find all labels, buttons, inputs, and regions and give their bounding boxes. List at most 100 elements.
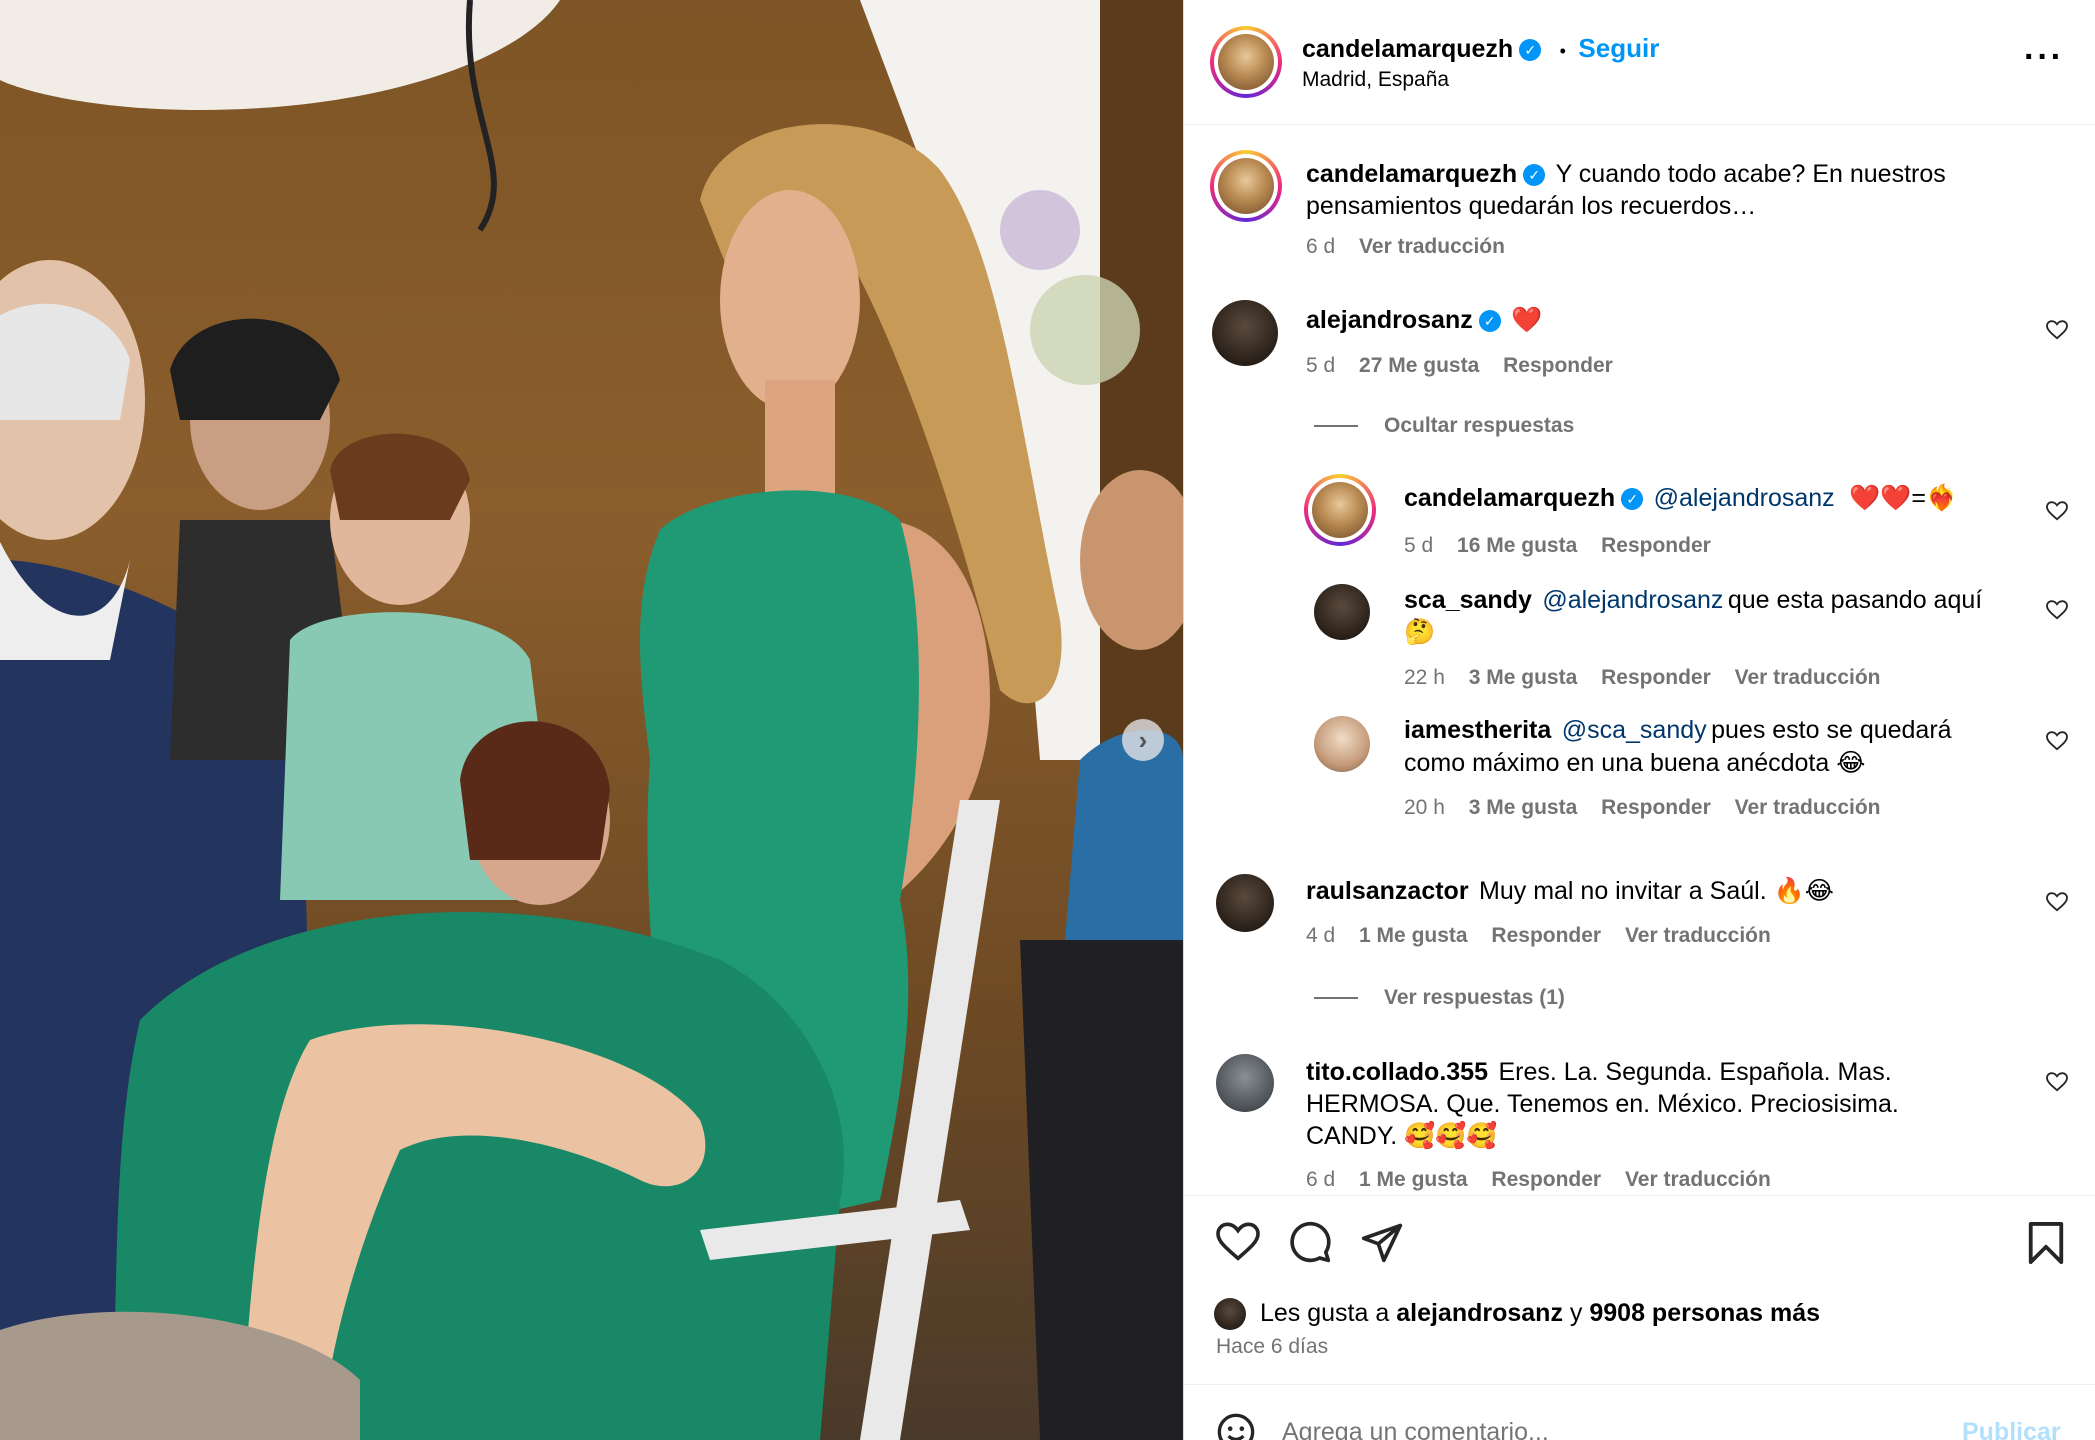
- reply-text: que esta pasando aquí: [1727, 586, 1983, 614]
- reply-mention[interactable]: @alejandrosanz: [1542, 586, 1723, 614]
- reply-likes[interactable]: 16 Me gusta: [1457, 534, 1577, 557]
- post-photo[interactable]: ›: [0, 0, 1183, 1440]
- reply-button[interactable]: Responder: [1491, 924, 1601, 947]
- comment-text-line-3: CANDY. 🥰🥰🥰: [1306, 1122, 1498, 1150]
- comment-time[interactable]: 6 d: [1306, 1168, 1335, 1191]
- translate-link[interactable]: Ver traducción: [1625, 924, 1771, 947]
- reply-mention[interactable]: @alejandrosanz: [1654, 484, 1835, 512]
- hide-replies-toggle[interactable]: Ocultar respuestas: [1314, 414, 1574, 438]
- post-location[interactable]: Madrid, España: [1302, 68, 1449, 92]
- comment-username[interactable]: tito.collado.355: [1306, 1058, 1488, 1086]
- likes-prefix: Les gusta a: [1260, 1299, 1390, 1327]
- reply-button[interactable]: Responder: [1503, 354, 1613, 377]
- author-username[interactable]: candelamarquezh: [1302, 35, 1513, 63]
- reply-avatar[interactable]: [1314, 716, 1370, 772]
- caption-text: candelamarquezh ✓ Y cuando todo acabe? En…: [1306, 160, 1946, 189]
- post-header: candelamarquezh ✓ • Seguir: [1302, 33, 1659, 64]
- comment-meta: 6 d 1 Me gusta Responder Ver traducción: [1306, 1168, 1771, 1192]
- comment-time[interactable]: 4 d: [1306, 924, 1335, 947]
- share-send-icon[interactable]: [1360, 1220, 1404, 1264]
- comment-likes[interactable]: 27 Me gusta: [1359, 354, 1479, 377]
- comment-text: Muy mal no invitar a Saúl. 🔥😂: [1479, 877, 1834, 905]
- comment-avatar[interactable]: [1216, 874, 1274, 932]
- comment-like-heart-icon[interactable]: [2046, 731, 2068, 751]
- reply-button[interactable]: Responder: [1491, 1168, 1601, 1191]
- reply-button[interactable]: Responder: [1601, 534, 1711, 557]
- reply-text: pues esto se quedará: [1711, 716, 1952, 744]
- comment-time[interactable]: 5 d: [1306, 354, 1335, 377]
- comment-avatar[interactable]: [1212, 300, 1278, 366]
- actions-divider: [1184, 1195, 2095, 1196]
- separator-dot: •: [1559, 41, 1566, 61]
- save-bookmark-icon[interactable]: [2026, 1222, 2066, 1264]
- reply-meta: 20 h 3 Me gusta Responder Ver traducción: [1404, 796, 1881, 820]
- reply-username[interactable]: sca_sandy: [1404, 586, 1532, 614]
- reply-likes[interactable]: 3 Me gusta: [1469, 666, 1578, 689]
- reply-time[interactable]: 22 h: [1404, 666, 1445, 689]
- verified-badge-icon: ✓: [1523, 164, 1546, 186]
- reply-button[interactable]: Responder: [1601, 796, 1711, 819]
- liker-avatar[interactable]: [1214, 1298, 1246, 1330]
- translate-link[interactable]: Ver traducción: [1735, 666, 1881, 689]
- composer-divider: [1184, 1384, 2095, 1385]
- reply-username[interactable]: iamestherita: [1404, 716, 1551, 744]
- comment-like-heart-icon[interactable]: [2046, 501, 2068, 521]
- view-replies-toggle[interactable]: Ver respuestas (1): [1314, 986, 1565, 1010]
- comment-like-heart-icon[interactable]: [2046, 1072, 2068, 1092]
- comment-input[interactable]: [1282, 1412, 1882, 1440]
- caption-avatar[interactable]: [1210, 150, 1282, 222]
- author-avatar[interactable]: [1210, 26, 1282, 98]
- comment-avatar[interactable]: [1216, 1054, 1274, 1112]
- emoji-icon[interactable]: [1216, 1412, 1256, 1440]
- comment-username[interactable]: alejandrosanz: [1306, 306, 1473, 334]
- comment-like-heart-icon[interactable]: [2046, 892, 2068, 912]
- comment-icon[interactable]: [1288, 1220, 1332, 1264]
- translate-link[interactable]: Ver traducción: [1625, 1168, 1771, 1191]
- more-options-icon[interactable]: ···: [2024, 38, 2064, 77]
- reply-meta: 5 d 16 Me gusta Responder: [1404, 534, 1711, 558]
- thread-line: [1314, 425, 1358, 428]
- reply-username[interactable]: candelamarquezh: [1404, 484, 1615, 512]
- likes-and: y: [1569, 1299, 1583, 1327]
- post-details-panel: candelamarquezh ✓ • Seguir Madrid, España…: [1183, 0, 2095, 1440]
- caption-meta: 6 d Ver traducción: [1306, 235, 1505, 259]
- reply-text-line-2: como máximo en una buena anécdota 😂: [1404, 749, 1866, 777]
- translate-link[interactable]: Ver traducción: [1735, 796, 1881, 819]
- comment-username[interactable]: raulsanzactor: [1306, 877, 1469, 905]
- reply-meta: 22 h 3 Me gusta Responder Ver traducción: [1404, 666, 1881, 690]
- follow-button[interactable]: Seguir: [1578, 33, 1659, 63]
- likes-others[interactable]: 9908 personas más: [1589, 1299, 1820, 1327]
- caption-translate-link[interactable]: Ver traducción: [1359, 235, 1505, 258]
- likes-user[interactable]: alejandrosanz: [1396, 1299, 1563, 1327]
- hide-replies-label: Ocultar respuestas: [1384, 414, 1575, 437]
- comment-text: ❤️: [1511, 306, 1543, 334]
- like-heart-icon[interactable]: [1216, 1222, 1260, 1262]
- photo-illustration: [0, 0, 1183, 1440]
- reply-mention[interactable]: @sca_sandy: [1562, 716, 1707, 744]
- reply-avatar[interactable]: [1304, 474, 1376, 546]
- reply-row: iamestherita @sca_sandy pues esto se que…: [1404, 716, 1952, 745]
- comment-likes[interactable]: 1 Me gusta: [1359, 1168, 1468, 1191]
- reply-text-line-2: 🤔: [1404, 618, 1436, 646]
- reply-button[interactable]: Responder: [1601, 666, 1711, 689]
- verified-badge-icon: ✓: [1519, 39, 1542, 61]
- caption-time[interactable]: 6 d: [1306, 235, 1335, 258]
- publish-button[interactable]: Publicar: [1962, 1418, 2061, 1440]
- post-date[interactable]: Hace 6 días: [1216, 1335, 1328, 1359]
- reply-time[interactable]: 5 d: [1404, 534, 1433, 557]
- comment-like-heart-icon[interactable]: [2046, 600, 2068, 620]
- verified-badge-icon: ✓: [1621, 488, 1644, 510]
- comment-text-line-2: HERMOSA. Que. Tenemos en. México. Precio…: [1306, 1090, 1899, 1118]
- comment-likes[interactable]: 1 Me gusta: [1359, 924, 1468, 947]
- reply-avatar[interactable]: [1314, 584, 1370, 640]
- caption-line-1: Y cuando todo acabe? En nuestros: [1555, 160, 1946, 188]
- next-photo-button[interactable]: ›: [1122, 719, 1164, 761]
- comment-row: tito.collado.355 Eres. La. Segunda. Espa…: [1306, 1058, 1892, 1087]
- reply-likes[interactable]: 3 Me gusta: [1469, 796, 1578, 819]
- reply-row: candelamarquezh ✓ @alejandrosanz ❤️❤️=❤️‍…: [1404, 484, 1957, 513]
- chevron-right-icon: ›: [1138, 724, 1148, 755]
- caption-username[interactable]: candelamarquezh: [1306, 160, 1517, 188]
- likes-summary[interactable]: Les gusta a alejandrosanz y 9908 persona…: [1260, 1299, 1820, 1328]
- reply-time[interactable]: 20 h: [1404, 796, 1445, 819]
- comment-like-heart-icon[interactable]: [2046, 320, 2068, 340]
